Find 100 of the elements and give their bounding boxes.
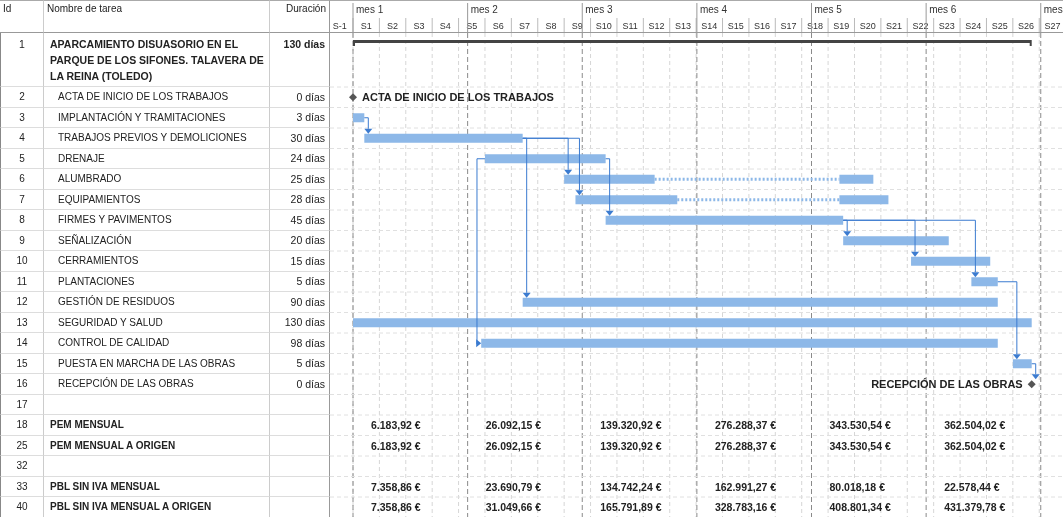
duration-cell: 90 días — [270, 292, 330, 313]
amount-value: 6.183,92 € — [371, 439, 421, 452]
id-cell: 2 — [0, 87, 44, 108]
week-label: S27 — [1044, 21, 1061, 31]
duration-cell — [270, 435, 330, 456]
amount-value: 362.504,02 € — [944, 439, 1006, 452]
id-cell: 3 — [0, 107, 44, 128]
link-arrow — [605, 158, 614, 216]
week-label: S11 — [622, 21, 638, 31]
amount-value: 343.530,54 € — [829, 439, 891, 452]
task-bar — [971, 277, 998, 287]
task-name-cell: CONTROL DE CALIDAD — [44, 333, 270, 354]
duration-cell: 30 días — [270, 128, 330, 149]
link-arrow — [363, 117, 373, 134]
id-cell: 11 — [0, 271, 44, 292]
amount-value: 26.092,15 € — [485, 439, 542, 452]
duration-cell — [270, 415, 330, 436]
task-bar — [353, 113, 365, 123]
task-name-cell: SEGURIDAD Y SALUD — [44, 312, 270, 333]
duration-cell: 0 días — [270, 374, 330, 395]
milestone-label: RECEPCIÓN DE LAS OBRAS — [871, 378, 1023, 391]
duration-cell: 20 días — [270, 230, 330, 251]
id-cell: 12 — [0, 292, 44, 313]
amount-value: 165.791,89 € — [600, 501, 662, 514]
amount-value: 7.358,86 € — [371, 501, 421, 514]
month-label: mes 6 — [929, 4, 957, 15]
id-cell: 40 — [0, 497, 44, 517]
duration-cell: 98 días — [270, 333, 330, 354]
amount-value: 328.783,16 € — [714, 501, 777, 514]
id-cell: 7 — [0, 189, 44, 210]
amount-value: 23.690,79 € — [485, 480, 542, 493]
week-label: S12 — [648, 21, 665, 31]
duration-cell: 5 días — [270, 271, 330, 292]
week-label: S13 — [674, 21, 691, 31]
week-label: S10 — [595, 21, 612, 31]
week-label: S7 — [519, 21, 531, 31]
milestone-icon — [1027, 380, 1036, 389]
week-label: S19 — [833, 21, 850, 31]
id-cell: 33 — [0, 476, 44, 497]
duration-cell: 130 días — [270, 312, 330, 333]
task-name-cell: PEM MENSUAL A ORIGEN — [44, 435, 270, 456]
week-label: S9 — [571, 21, 583, 31]
task-name-cell: ALUMBRADO — [44, 169, 270, 190]
amount-value: 343.530,54 € — [829, 419, 891, 432]
id-cell: 10 — [0, 251, 44, 272]
task-name-cell: EQUIPAMIENTOS — [44, 189, 270, 210]
task-name-cell: PBL SIN IVA MENSUAL A ORIGEN — [44, 497, 270, 517]
amount-value: 139.320,92 € — [600, 439, 662, 452]
duration-cell: 28 días — [270, 189, 330, 210]
id-cell: 1 — [0, 33, 44, 87]
task-name-cell: RECEPCIÓN DE LAS OBRAS — [44, 374, 270, 395]
amount-value: 6.183,92 € — [371, 419, 421, 432]
amount-value: 276.288,37 € — [714, 439, 777, 452]
task-name-cell: IMPLANTACIÓN Y TRAMITACIONES — [44, 107, 270, 128]
week-label: S16 — [754, 21, 771, 31]
week-label: S4 — [439, 21, 451, 31]
amount-value: 7.358,86 € — [371, 480, 421, 493]
milestone-label: ACTA DE INICIO DE LOS TRABAJOS — [362, 91, 554, 104]
amount-value: 80.018,18 € — [829, 480, 885, 493]
id-cell: 15 — [0, 353, 44, 374]
duration-cell: 25 días — [270, 169, 330, 190]
amount-value: 431.379,78 € — [944, 501, 1006, 514]
id-cell: 5 — [0, 148, 44, 169]
duration-cell: 45 días — [270, 210, 330, 231]
task-name-cell: CERRAMIENTOS — [44, 251, 270, 272]
task-name-cell: DRENAJE — [44, 148, 270, 169]
month-label: mes 3 — [585, 4, 613, 15]
id-cell: 32 — [0, 456, 44, 477]
column-header: Duración — [270, 0, 330, 33]
duration-cell — [270, 476, 330, 497]
column-header: Id — [0, 0, 44, 33]
task-name-cell: APARCAMIENTO DISUASORIO EN EL PARQUE DE LOS SIFONES. TALAVERA DE LA REINA (TOLEDO) — [44, 33, 270, 87]
id-cell: 18 — [0, 415, 44, 436]
amount-value: 408.801,34 € — [829, 501, 891, 514]
week-label: S21 — [886, 21, 903, 31]
task-name-cell: PEM MENSUAL — [44, 415, 270, 436]
amount-value: 134.742,24 € — [600, 480, 662, 493]
task-name-cell: ACTA DE INICIO DE LOS TRABAJOS — [44, 87, 270, 108]
week-label: S15 — [727, 21, 744, 31]
week-label: S5 — [466, 21, 478, 31]
task-name-cell: SEÑALIZACIÓN — [44, 230, 270, 251]
id-cell: 14 — [0, 333, 44, 354]
week-label: S2 — [387, 21, 399, 31]
month-label: mes 5 — [814, 4, 842, 15]
id-cell: 16 — [0, 374, 44, 395]
task-bar — [839, 195, 889, 205]
week-label: S-1 — [332, 21, 347, 31]
amount-value: 31.049,66 € — [485, 501, 542, 514]
duration-cell: 0 días — [270, 87, 330, 108]
task-name-cell: PUESTA EN MARCHA DE LAS OBRAS — [44, 353, 270, 374]
id-cell: 8 — [0, 210, 44, 231]
duration-cell: 15 días — [270, 251, 330, 272]
amount-value: 162.991,27 € — [714, 480, 777, 493]
task-name-cell: PBL SIN IVA MENSUAL — [44, 476, 270, 497]
id-cell: 13 — [0, 312, 44, 333]
month-label: mes 1 — [356, 4, 384, 15]
milestone-icon — [349, 93, 357, 102]
id-cell: 17 — [0, 394, 44, 415]
week-label: S14 — [701, 21, 718, 31]
task-bar — [839, 174, 874, 184]
